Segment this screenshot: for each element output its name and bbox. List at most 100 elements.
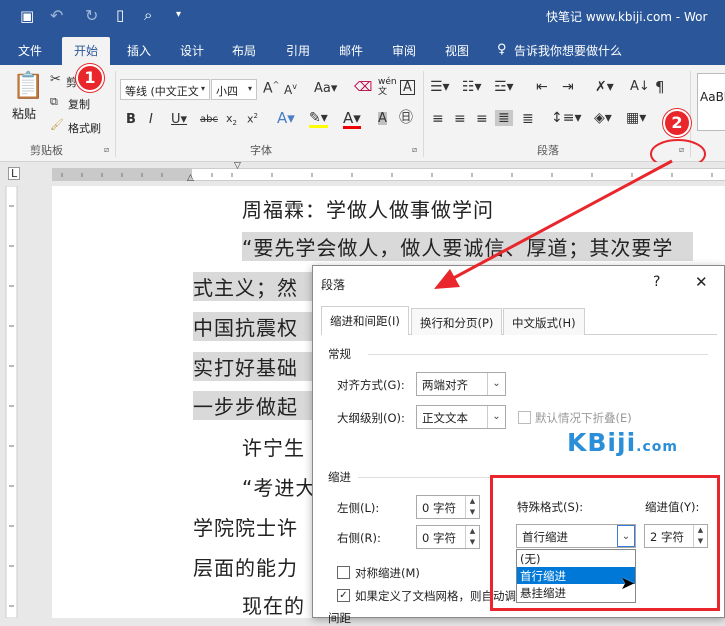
chevron-down-icon[interactable]: ⌄ [487,373,505,395]
left-indent-value: 0 字符 [422,501,456,515]
bold-icon[interactable]: B [126,113,136,126]
clear-format-icon[interactable]: ⌫ [354,81,372,94]
doc-line: 中国抗震权 [193,312,314,341]
separator [115,71,116,157]
font-color-icon[interactable]: A▾ [343,111,361,129]
style-gallery-normal[interactable]: AaBb [697,73,725,131]
chinese-layout-icon[interactable]: ✗▾ [595,80,614,94]
align-right-icon[interactable]: ≡ [476,112,488,126]
title-bar: ▣ ↶ ↻ ▯ ⌕ ▾ 快笔记 www.kbiji.com - Wor [0,0,725,34]
show-marks-icon[interactable]: ¶ [655,80,665,95]
spinner-arrows-icon[interactable]: ▲ ▼ [465,496,479,518]
chevron-down-icon[interactable]: ⌄ [487,406,505,428]
align-center-icon[interactable]: ≡ [454,112,466,126]
scissors-icon[interactable]: ✂ [50,73,61,86]
new-document-icon[interactable]: ▯ [116,8,124,23]
increase-indent-icon[interactable]: ⇥ [562,80,574,94]
alignment-value: 两端对齐 [422,378,468,392]
vertical-ruler[interactable] [0,185,22,619]
superscript-icon[interactable]: x2 [247,113,258,125]
mirror-indent-checkbox[interactable] [337,566,350,579]
ribbon: 📋 粘贴 ✂ 剪 ⧉ 复制 🖌 格式刷 剪贴板 ⧄ 等线 (中文正文 ▾ 小四 … [0,65,725,162]
collapse-checkbox[interactable] [518,411,531,424]
highlight-icon[interactable]: ✎▾ [309,111,328,128]
numbering-icon[interactable]: ☷▾ [462,80,482,94]
section-divider [358,477,498,478]
copy-label[interactable]: 复制 [68,96,90,112]
style-preview: AaBb [700,90,725,104]
hanging-indent-marker[interactable]: △ [187,174,194,183]
tab-home[interactable]: 开始 [62,37,111,65]
tab-layout[interactable]: 布局 [232,42,256,59]
doc-line: 许宁生 [242,436,305,460]
ribbon-tabs: 文件 开始 插入 设计 布局 引用 邮件 审阅 视图 ♀ 告诉我你想要做什么 [0,34,725,65]
section-divider [368,354,708,355]
font-name-combo[interactable]: 等线 (中文正文 [120,79,210,100]
tab-references[interactable]: 引用 [286,42,310,59]
char-border-icon[interactable]: A [400,80,415,95]
copy-icon[interactable]: ⧉ [50,96,58,107]
underline-icon[interactable]: U▾ [171,113,187,126]
doc-line: 现在的 [242,594,305,618]
decrease-indent-icon[interactable]: ⇤ [536,80,548,94]
change-case-icon[interactable]: Aa▾ [314,82,337,95]
outline-level-label: 大纲级别(O): [337,411,405,425]
grow-font-icon[interactable]: A^ [263,81,279,96]
enclose-char-icon[interactable]: ㊐ [399,111,413,125]
multilevel-list-icon[interactable]: ☲▾ [494,80,514,94]
shading-icon[interactable]: ◈▾ [594,111,612,125]
tab-selector-icon[interactable]: L [8,167,21,180]
text-effects-icon[interactable]: A▾ [277,111,295,126]
customize-toolbar-icon[interactable]: ▾ [176,10,181,20]
save-icon[interactable]: ▣ [20,9,34,24]
redo-icon[interactable]: ↻ [85,8,98,24]
format-painter-label[interactable]: 格式刷 [68,120,101,136]
tab-indents-spacing[interactable]: 缩进和间距(I) [321,306,409,335]
doc-line: 式主义；然 [193,272,314,301]
distributed-icon[interactable]: ≣ [522,112,534,126]
italic-icon[interactable]: I [149,113,153,126]
justify-icon[interactable]: ≣ [495,110,513,126]
subscript-icon[interactable]: x2 [226,113,237,127]
watermark-domain: .com [636,439,678,455]
borders-icon[interactable]: ▦▾ [626,111,646,125]
tab-asian-typography[interactable]: 中文版式(H) [503,308,585,335]
print-preview-icon[interactable]: ⌕ [144,8,152,23]
char-shading-icon[interactable]: A [378,112,387,125]
chevron-down-icon[interactable]: ▾ [248,85,252,93]
strikethrough-icon[interactable]: abc [200,115,218,125]
tab-mailings[interactable]: 邮件 [339,42,363,59]
shrink-font-icon[interactable]: Av [284,83,297,97]
grid-checkbox[interactable]: ✓ [337,589,350,602]
close-button[interactable]: ✕ [695,273,708,291]
sort-icon[interactable]: A↓ [630,80,650,93]
tab-review[interactable]: 审阅 [392,42,416,59]
doc-line: 学院院士许 [193,516,298,540]
tab-design[interactable]: 设计 [180,42,204,59]
format-painter-icon[interactable]: 🖌 [50,119,64,130]
font-name-value: 等线 (中文正文 [125,85,199,98]
chevron-down-icon[interactable]: ▾ [201,85,205,93]
undo-icon[interactable]: ↶ [50,8,63,24]
bullets-icon[interactable]: ☰▾ [430,80,450,94]
paste-label[interactable]: 粘贴 [12,105,36,122]
doc-line: 层面的能力 [193,556,298,580]
tab-line-page-breaks[interactable]: 换行和分页(P) [411,308,503,335]
right-indent-spinner[interactable]: 0 字符 ▲ ▼ [416,525,480,549]
font-launcher-icon[interactable]: ⧄ [412,146,417,154]
first-line-indent-marker[interactable]: ▽ [234,162,241,171]
step-badge-1: 1 [76,64,104,92]
left-indent-spinner[interactable]: 0 字符 ▲ ▼ [416,495,480,519]
alignment-select[interactable]: 两端对齐 ⌄ [416,372,506,396]
outline-level-select[interactable]: 正文文本 ⌄ [416,405,506,429]
tab-insert[interactable]: 插入 [127,42,151,59]
paste-icon[interactable]: 📋 [12,73,44,99]
tell-me-search[interactable]: 告诉我你想要做什么 [514,42,622,59]
align-left-icon[interactable]: ≡ [432,112,444,126]
tab-file[interactable]: 文件 [18,42,42,59]
tab-view[interactable]: 视图 [445,42,469,59]
phonetic-guide-icon[interactable]: wén 文 [378,77,397,97]
clipboard-launcher-icon[interactable]: ⧄ [104,146,109,154]
spinner-arrows-icon[interactable]: ▲ ▼ [465,526,479,548]
line-spacing-icon[interactable]: ↕≡▾ [551,111,582,125]
